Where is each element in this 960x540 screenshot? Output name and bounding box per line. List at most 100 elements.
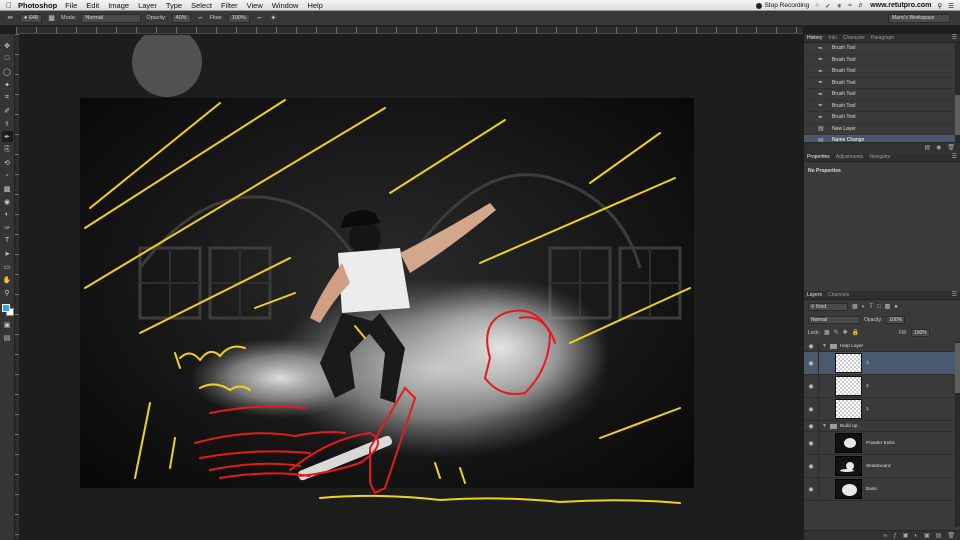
history-item[interactable]: ✒ Brush Tool xyxy=(804,55,955,66)
brush-tool-preset-icon[interactable]: ✏ xyxy=(6,14,15,23)
menu-filter[interactable]: Filter xyxy=(221,1,238,10)
tab-history[interactable]: History xyxy=(807,35,823,41)
tab-adjustments[interactable]: Adjustments xyxy=(836,154,864,160)
visibility-eye-icon[interactable]: ◉ xyxy=(804,455,819,477)
tab-properties[interactable]: Properties xyxy=(807,154,830,160)
filter-adjustment-icon[interactable]: ◐ xyxy=(862,304,866,310)
menu-view[interactable]: View xyxy=(247,1,263,10)
volume-icon[interactable]: ♬ xyxy=(858,2,865,9)
layers-scrollbar[interactable] xyxy=(955,341,960,527)
foreground-color-swatch[interactable] xyxy=(1,304,10,312)
zoom-icon[interactable]: ⚲ xyxy=(2,287,13,298)
expand-arrow-icon[interactable]: ▼ xyxy=(822,343,827,349)
history-item[interactable]: ✒ Brush Tool xyxy=(804,101,955,112)
layer-row[interactable]: ◉ 2 xyxy=(804,375,955,398)
link-layers-icon[interactable]: ∞ xyxy=(883,533,887,539)
adjustment-layer-icon[interactable]: ◐ xyxy=(914,533,918,539)
lasso-icon[interactable]: ◯ xyxy=(2,66,13,77)
fill-field[interactable]: 100% xyxy=(910,328,930,337)
healing-icon[interactable]: ⚕ xyxy=(2,118,13,129)
layer-group-row[interactable]: ◉ ▼ Help Layer xyxy=(804,341,955,352)
ruler-horizontal[interactable] xyxy=(16,27,803,34)
opacity-field[interactable]: 40% xyxy=(171,13,191,23)
layer-row[interactable]: ◉ 3 xyxy=(804,352,955,375)
quick-select-icon[interactable]: ✦ xyxy=(2,79,13,90)
lock-transparent-icon[interactable]: ▦ xyxy=(824,329,830,336)
status-icon[interactable]: ○ xyxy=(815,2,819,9)
filter-shape-icon[interactable]: □ xyxy=(877,304,881,310)
blur-icon[interactable]: ◉ xyxy=(2,196,13,207)
layer-style-icon[interactable]: ƒ xyxy=(893,533,896,539)
bluetooth-icon[interactable]: ✳ xyxy=(837,2,842,10)
brush-panel-icon[interactable]: ▦ xyxy=(47,14,56,23)
history-item[interactable]: ✒ Brush Tool xyxy=(804,112,955,124)
history-item[interactable]: ✒ Brush Tool xyxy=(804,66,955,78)
filter-type-icon[interactable]: T xyxy=(869,304,873,310)
eraser-icon[interactable]: ▫ xyxy=(2,170,13,181)
search-icon[interactable]: ⚲ xyxy=(937,2,942,10)
menu-select[interactable]: Select xyxy=(191,1,212,10)
hand-icon[interactable]: ✋ xyxy=(2,274,13,285)
scrollbar-thumb[interactable] xyxy=(955,343,960,393)
expand-arrow-icon[interactable]: ▼ xyxy=(822,423,827,429)
crop-icon[interactable]: ⌗ xyxy=(2,92,13,103)
layer-group-row[interactable]: ◉ ▼ Build up xyxy=(804,421,955,432)
list-icon[interactable]: ☰ xyxy=(948,2,954,10)
scrollbar-thumb[interactable] xyxy=(955,95,960,135)
quick-mask-icon[interactable]: ▣ xyxy=(2,319,13,330)
gradient-icon[interactable]: ▩ xyxy=(2,183,13,194)
history-item[interactable]: ▤ New Layer xyxy=(804,124,955,135)
airbrush-icon[interactable]: ∽ xyxy=(255,14,264,23)
tab-paragraph[interactable]: Paragraph xyxy=(871,35,894,41)
layer-opacity-field[interactable]: 100% xyxy=(886,315,906,324)
layer-filter-select[interactable]: ⚲ Kind xyxy=(808,302,848,311)
app-name-menu[interactable]: Photoshop xyxy=(18,1,57,10)
lock-all-icon[interactable]: 🔒 xyxy=(852,329,859,336)
screen-mode-icon[interactable]: ▤ xyxy=(2,332,13,343)
shape-icon[interactable]: ▭ xyxy=(2,261,13,272)
menu-help[interactable]: Help xyxy=(307,1,322,10)
layer-row[interactable]: ◉ Powder Extra xyxy=(804,432,955,455)
menu-file[interactable]: File xyxy=(65,1,77,10)
menu-edit[interactable]: Edit xyxy=(86,1,99,10)
layer-row[interactable]: ◉ Basic xyxy=(804,478,955,501)
tab-channels[interactable]: Channels xyxy=(828,292,849,298)
history-item[interactable]: ▤ Name Change xyxy=(804,135,955,142)
menu-image[interactable]: Image xyxy=(108,1,129,10)
visibility-eye-icon[interactable]: ◉ xyxy=(804,341,819,351)
layer-row[interactable]: ◉ 1 xyxy=(804,398,955,421)
history-brush-icon[interactable]: ⟲ xyxy=(2,157,13,168)
document-canvas[interactable] xyxy=(80,98,694,508)
flow-field[interactable]: 100% xyxy=(227,13,250,23)
visibility-eye-icon[interactable]: ◉ xyxy=(804,375,819,397)
visibility-eye-icon[interactable]: ◉ xyxy=(804,478,819,500)
mode-select[interactable]: Normal xyxy=(81,13,142,23)
dodge-icon[interactable]: ◐ xyxy=(2,209,13,220)
wifi-icon[interactable]: ≈ xyxy=(848,2,852,9)
delete-layer-icon[interactable]: 🗑 xyxy=(947,532,955,539)
new-group-icon[interactable]: ▣ xyxy=(924,532,930,539)
filter-toggle-icon[interactable]: ● xyxy=(894,304,898,310)
panel-menu-icon[interactable]: ☰ xyxy=(952,153,957,160)
new-document-from-state-icon[interactable]: ▤ xyxy=(924,144,930,151)
visibility-eye-icon[interactable]: ◉ xyxy=(804,352,819,374)
tab-navigator[interactable]: Navigator xyxy=(869,154,890,160)
pressure-opacity-icon[interactable]: ∽ xyxy=(196,14,205,23)
visibility-eye-icon[interactable]: ◉ xyxy=(804,398,819,420)
blend-mode-select[interactable]: Normal xyxy=(808,315,860,324)
visibility-eye-icon[interactable]: ◉ xyxy=(804,421,819,431)
add-mask-icon[interactable]: ▣ xyxy=(903,532,909,539)
apple-icon[interactable]:  xyxy=(0,1,18,10)
history-item[interactable]: ✒ Brush Tool xyxy=(804,78,955,89)
stop-recording-button[interactable]: Stop Recording xyxy=(756,2,809,9)
type-icon[interactable]: T xyxy=(2,235,13,246)
panel-menu-icon[interactable]: ☰ xyxy=(952,34,957,41)
brush-icon[interactable]: ✒ xyxy=(1,131,13,142)
tab-info[interactable]: Info xyxy=(829,35,837,41)
menu-type[interactable]: Type xyxy=(166,1,182,10)
panel-menu-icon[interactable]: ☰ xyxy=(952,291,957,298)
pen-icon[interactable]: ✑ xyxy=(2,222,13,233)
filter-smart-object-icon[interactable]: ▩ xyxy=(885,303,891,310)
brush-size-picker[interactable]: ● 648 xyxy=(20,13,43,23)
eyedropper-icon[interactable]: ✐ xyxy=(2,105,13,116)
